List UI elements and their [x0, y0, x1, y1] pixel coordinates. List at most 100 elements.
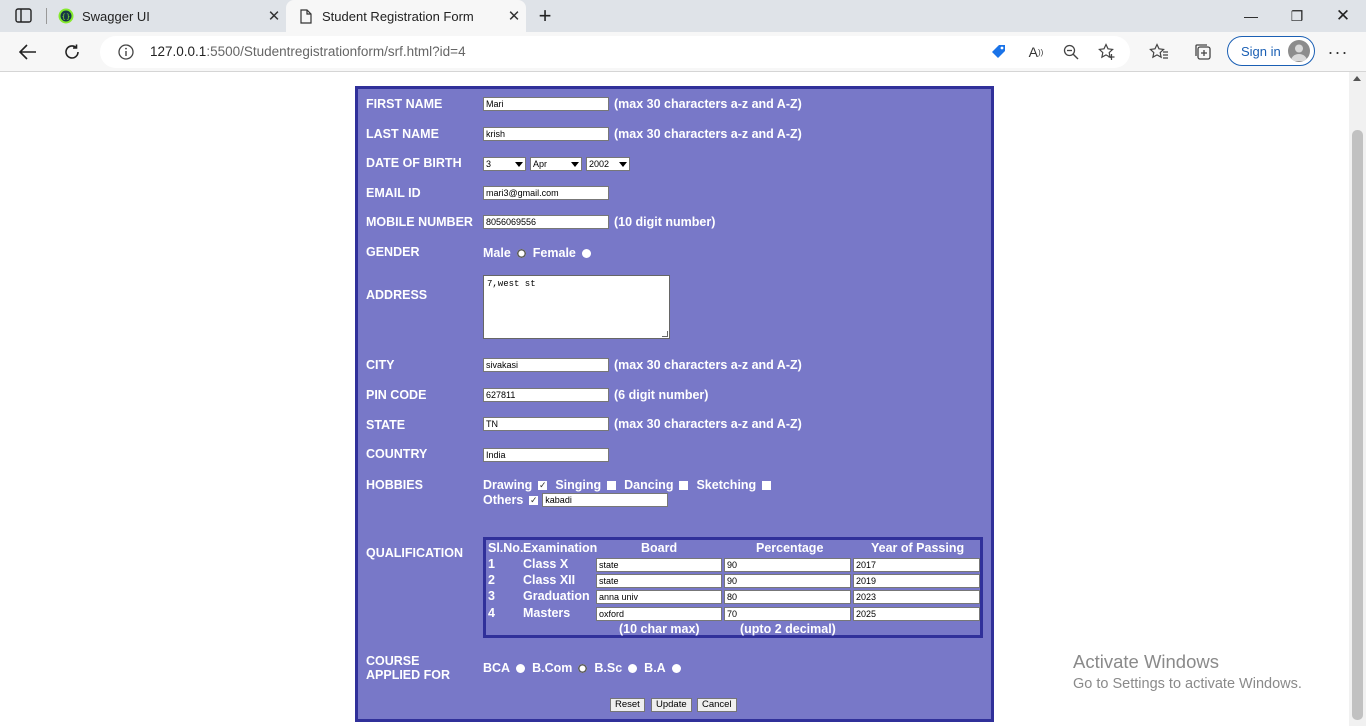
- city-input[interactable]: [483, 358, 609, 372]
- percentage-input[interactable]: 70: [724, 607, 851, 621]
- sign-in-button[interactable]: Sign in: [1227, 36, 1315, 66]
- collections-icon[interactable]: [1191, 40, 1215, 64]
- gender-female-radio[interactable]: [581, 248, 591, 258]
- gender-options: Male Female: [483, 246, 598, 260]
- board-input[interactable]: state: [596, 574, 722, 588]
- add-favorite-icon[interactable]: [1096, 42, 1118, 62]
- year-input[interactable]: 2025: [853, 607, 980, 621]
- board-input[interactable]: state: [596, 558, 722, 572]
- last-name-note: (max 30 characters a-z and A-Z): [614, 127, 802, 141]
- close-tab-icon[interactable]: ✕: [502, 7, 526, 25]
- tab-title: Swagger UI: [82, 8, 150, 24]
- hobby-others-input[interactable]: [542, 493, 669, 507]
- percentage-input[interactable]: 90: [724, 558, 851, 572]
- address-bar[interactable]: 127.0.0.1:5500/Studentregistrationform/s…: [100, 36, 1130, 68]
- state-note: (max 30 characters a-z and A-Z): [614, 417, 802, 431]
- hobby-others-checkbox[interactable]: ✓: [529, 495, 539, 505]
- course-bsc-radio[interactable]: [628, 663, 638, 673]
- percentage-input[interactable]: 90: [724, 574, 851, 588]
- reload-icon[interactable]: [57, 38, 87, 66]
- course-bca-radio[interactable]: [516, 663, 526, 673]
- new-tab-icon[interactable]: +: [534, 3, 556, 29]
- last-name-input[interactable]: [483, 127, 609, 141]
- hobby-singing-checkbox[interactable]: [607, 480, 617, 490]
- qualification-label: QUALIFICATION: [366, 546, 463, 560]
- close-window-icon[interactable]: ✕: [1320, 0, 1366, 32]
- board-input[interactable]: oxford: [596, 607, 722, 621]
- pin-note: (6 digit number): [614, 388, 709, 402]
- first-name-input[interactable]: [483, 97, 609, 111]
- row-sn: 2: [488, 573, 495, 587]
- board-input[interactable]: anna univ: [596, 590, 722, 604]
- mobile-note: (10 digit number): [614, 215, 716, 229]
- hobbies-others-row: Others ✓: [483, 493, 669, 507]
- cancel-button[interactable]: Cancel: [697, 698, 737, 712]
- course-label-line2: APPLIED FOR: [366, 668, 451, 682]
- back-icon[interactable]: [13, 38, 43, 66]
- dob-day-select[interactable]: 3: [483, 157, 526, 171]
- hobby-dancing-label: Dancing: [624, 478, 674, 492]
- dob-year-select[interactable]: 2002: [586, 157, 630, 171]
- hobby-drawing-label: Drawing: [483, 478, 533, 492]
- pin-input[interactable]: [483, 388, 609, 402]
- activate-windows-watermark: Activate Windows Go to Settings to activ…: [1073, 651, 1302, 692]
- pin-label: PIN CODE: [366, 388, 427, 402]
- year-input[interactable]: 2019: [853, 574, 980, 588]
- hobby-sketching-label: Sketching: [696, 478, 757, 492]
- gender-label: GENDER: [366, 245, 420, 259]
- favorites-icon[interactable]: [1147, 40, 1171, 64]
- year-input[interactable]: 2017: [853, 558, 980, 572]
- dob-label: DATE OF BIRTH: [366, 156, 462, 170]
- nav-bar: 127.0.0.1:5500/Studentregistrationform/s…: [0, 32, 1366, 72]
- mobile-input[interactable]: [483, 215, 609, 229]
- hobby-singing-label: Singing: [555, 478, 602, 492]
- first-name-label: FIRST NAME: [366, 97, 443, 111]
- dob-year-value: 2002: [589, 159, 610, 169]
- tab-bar: {} Swagger UI ✕ Student Registration For…: [0, 0, 1366, 32]
- info-icon[interactable]: [118, 44, 134, 60]
- state-input[interactable]: [483, 417, 609, 431]
- close-tab-icon[interactable]: ✕: [262, 7, 286, 25]
- price-tag-icon[interactable]: [988, 42, 1010, 62]
- zoom-out-icon[interactable]: [1060, 42, 1082, 62]
- restore-icon[interactable]: ❐: [1274, 0, 1320, 32]
- reset-button[interactable]: Reset: [610, 698, 645, 712]
- watermark-subtitle: Go to Settings to activate Windows.: [1073, 676, 1302, 692]
- scroll-thumb[interactable]: [1352, 130, 1363, 720]
- avatar-icon: [1288, 40, 1310, 62]
- resize-handle-icon[interactable]: [662, 331, 668, 337]
- country-input[interactable]: [483, 448, 609, 462]
- tab-actions-icon[interactable]: [14, 7, 34, 25]
- more-options-icon[interactable]: ···: [1326, 40, 1350, 64]
- gender-male-radio[interactable]: [516, 248, 526, 258]
- swagger-icon: {}: [58, 8, 74, 24]
- tab-swagger[interactable]: {} Swagger UI ✕: [46, 0, 286, 32]
- hobby-dancing-checkbox[interactable]: [679, 480, 689, 490]
- page-scrollbar[interactable]: [1349, 72, 1366, 726]
- address-textarea[interactable]: 7,west st: [483, 275, 670, 339]
- update-button[interactable]: Update: [651, 698, 692, 712]
- minimize-icon[interactable]: —: [1228, 0, 1274, 32]
- percentage-input[interactable]: 80: [724, 590, 851, 604]
- row-exam: Graduation: [523, 589, 590, 603]
- hobbies-label: HOBBIES: [366, 478, 423, 492]
- mobile-label: MOBILE NUMBER: [366, 215, 473, 229]
- city-note: (max 30 characters a-z and A-Z): [614, 358, 802, 372]
- row-exam: Class XII: [523, 573, 576, 587]
- read-aloud-icon[interactable]: A)): [1025, 42, 1047, 62]
- tab-title: Student Registration Form: [322, 8, 474, 24]
- course-bcom-radio[interactable]: [578, 663, 588, 673]
- email-input[interactable]: [483, 186, 609, 200]
- scroll-up-arrow-icon[interactable]: [1353, 76, 1361, 81]
- svg-text:{}: {}: [62, 13, 71, 21]
- dob-month-select[interactable]: Apr: [530, 157, 582, 171]
- hobby-sketching-checkbox[interactable]: [762, 480, 772, 490]
- board-hint: (10 char max): [619, 622, 700, 636]
- watermark-title: Activate Windows: [1073, 651, 1219, 672]
- tab-student-registration[interactable]: Student Registration Form ✕: [286, 0, 526, 32]
- table-row: 1 Class X state 90 2017: [486, 556, 980, 572]
- year-input[interactable]: 2023: [853, 590, 980, 604]
- course-ba-radio[interactable]: [671, 663, 681, 673]
- dob-day-value: 3: [486, 159, 492, 169]
- hobby-drawing-checkbox[interactable]: ✓: [538, 480, 548, 490]
